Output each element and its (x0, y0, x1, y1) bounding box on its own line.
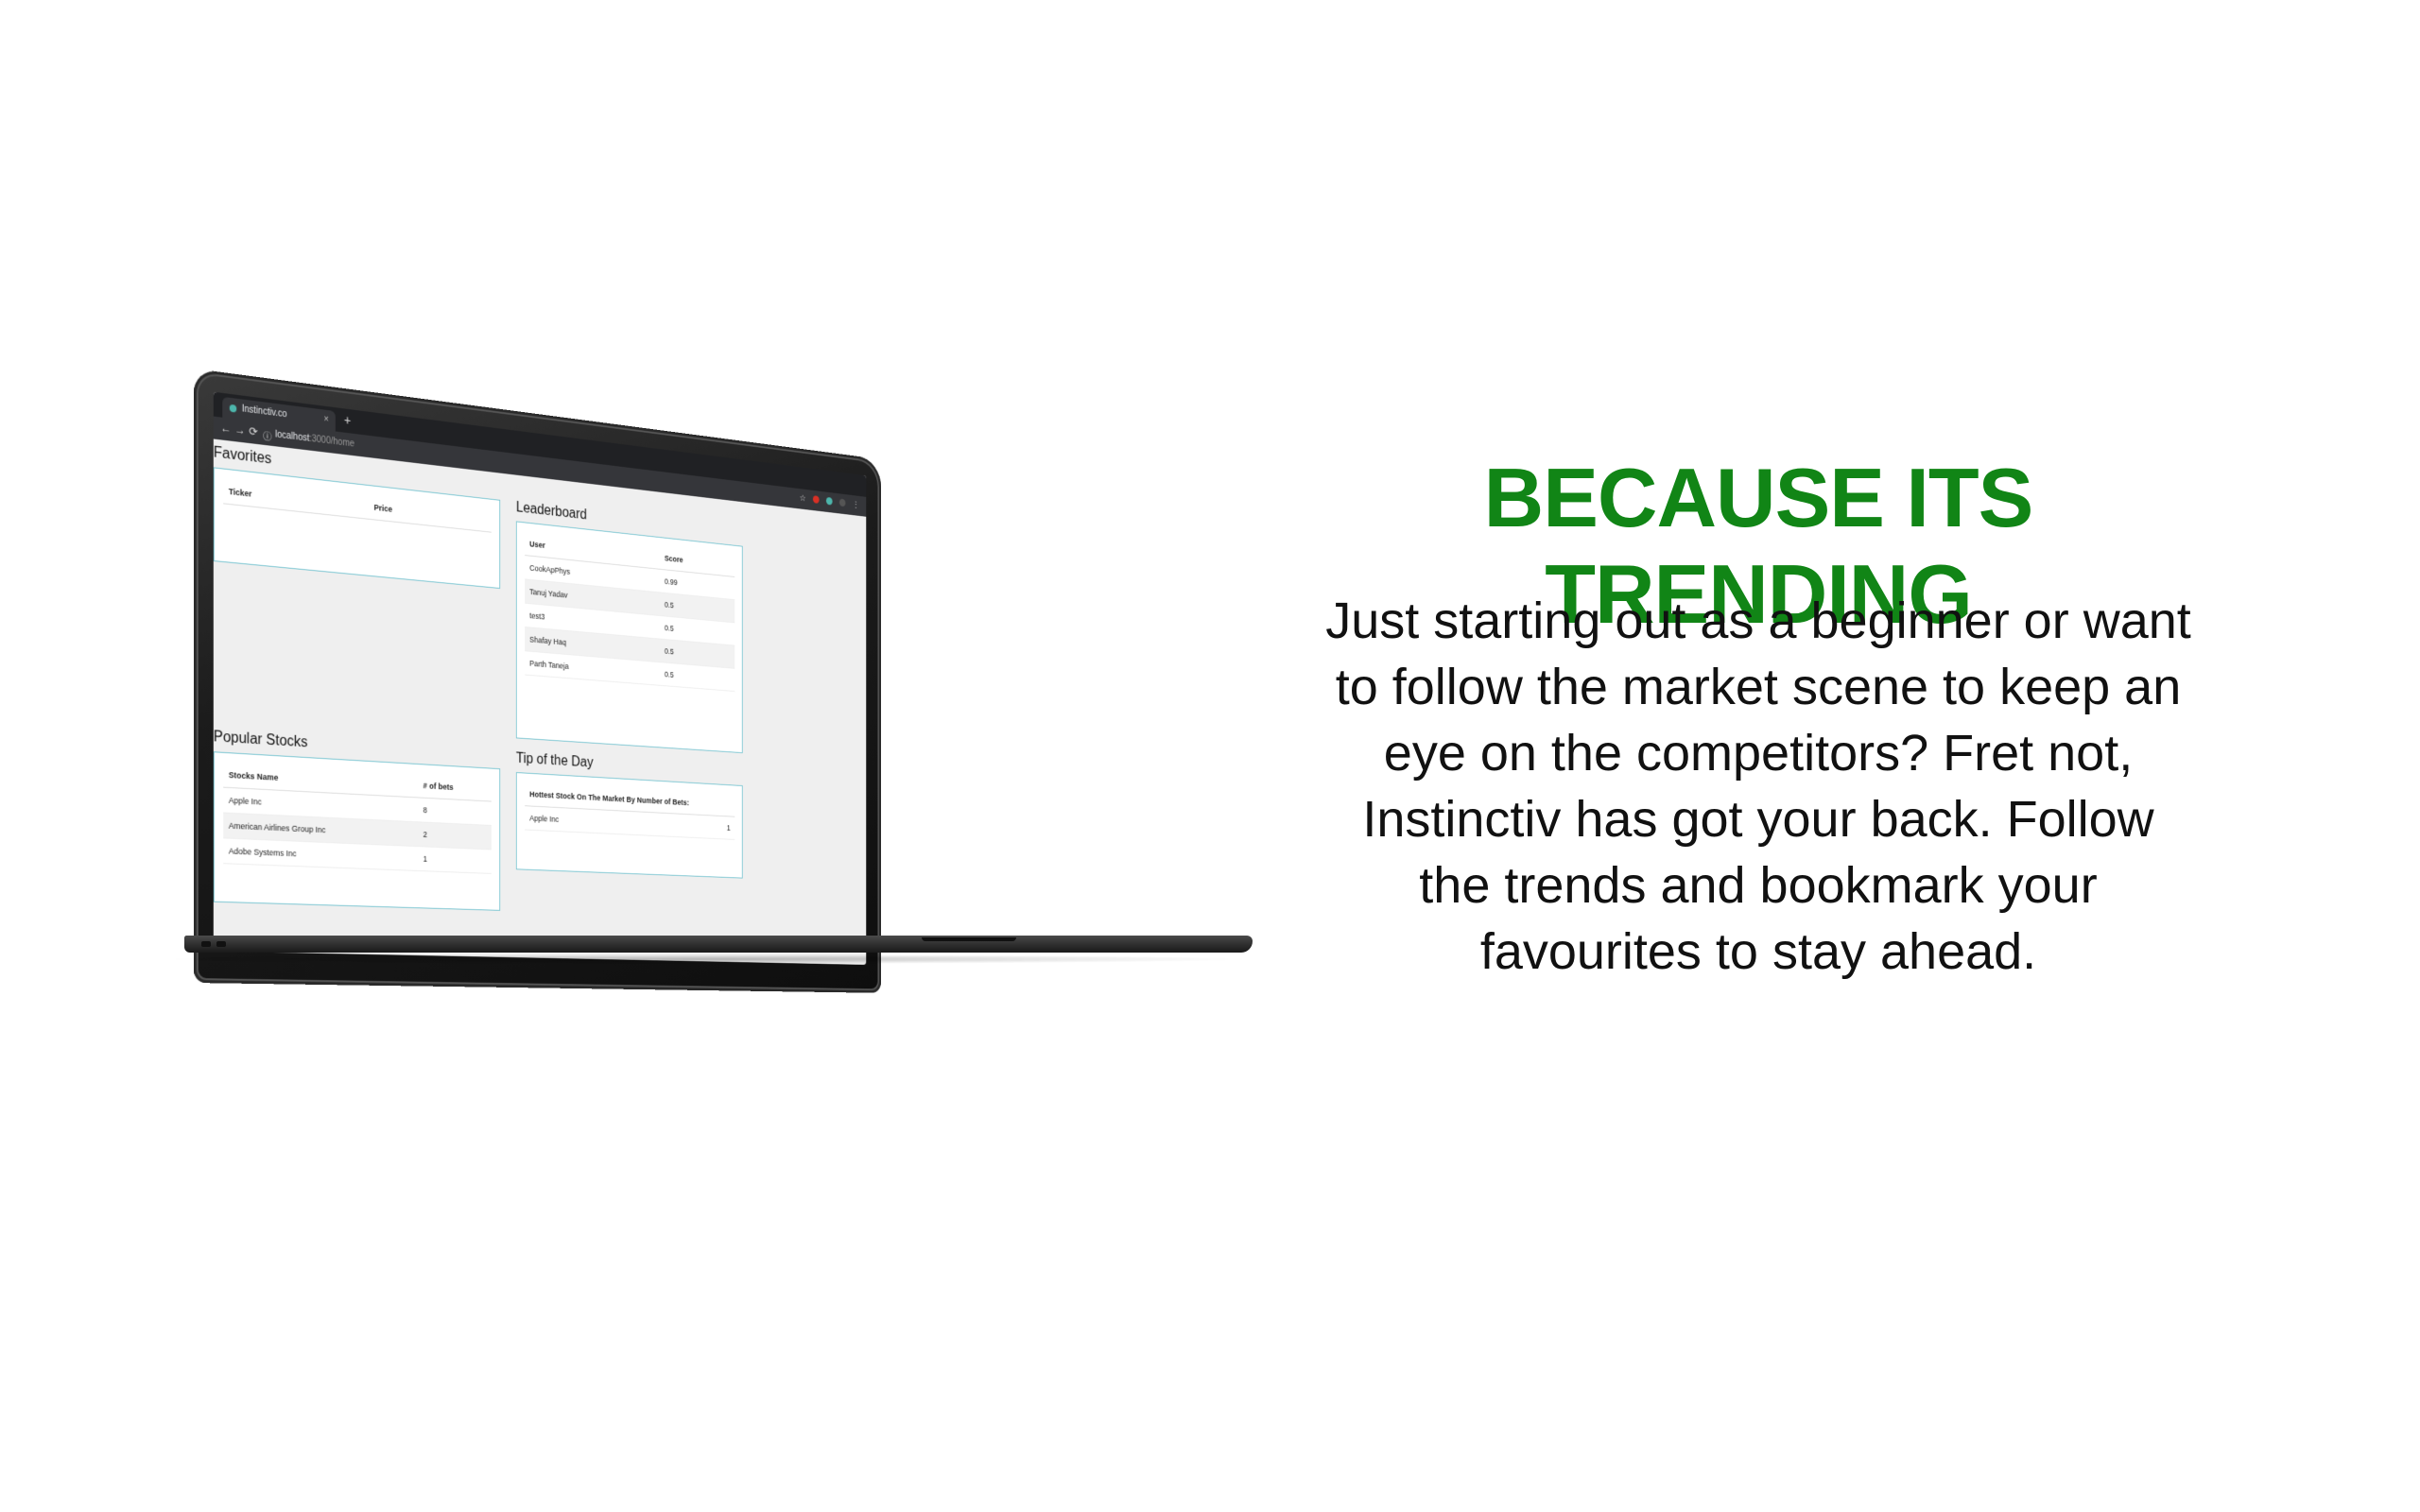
laptop-mockup: Instinctiv.co × + ← → ⟳ ⓘ localhost:3000… (165, 369, 1262, 1011)
column-header-price: Price (369, 495, 492, 532)
new-tab-icon[interactable]: + (344, 412, 351, 427)
column-header-ticker: Ticker (223, 478, 369, 519)
tip-table: Hottest Stock On The Market By Number of… (525, 782, 735, 840)
stock-bets: 2 (418, 822, 492, 850)
laptop-shadow (165, 954, 1253, 964)
trackpad-notch (922, 937, 1016, 941)
site-info-icon[interactable]: ⓘ (263, 428, 271, 443)
left-column: Favorites Ticker Price Popular Stocks St… (214, 444, 500, 910)
right-column: Leaderboard User Score CookApPhys 0.99 T… (516, 500, 743, 879)
body-copy: Just starting out as a beginner or want … (1323, 588, 2193, 985)
reload-icon[interactable]: ⟳ (249, 424, 257, 438)
usb-port-icon (201, 941, 211, 947)
extension-red-icon[interactable] (813, 495, 820, 504)
stock-bets: 8 (418, 798, 492, 826)
laptop-screen: Instinctiv.co × + ← → ⟳ ⓘ localhost:3000… (214, 392, 866, 965)
url-path: :3000/home (309, 434, 354, 449)
leaderboard-card: User Score CookApPhys 0.99 Tanuj Yadav 0… (516, 521, 743, 753)
close-tab-icon[interactable]: × (323, 410, 328, 431)
popular-stocks-card: Stocks Name # of bets Apple Inc 8 Americ… (214, 751, 500, 911)
browser-menu-icon[interactable]: ⋮ (853, 500, 859, 509)
bookmark-star-icon[interactable]: ☆ (800, 493, 806, 504)
extension-icons: ☆ ⋮ (800, 493, 859, 509)
popular-stocks-table: Stocks Name # of bets Apple Inc 8 Americ… (223, 763, 492, 874)
forward-icon[interactable]: → (234, 422, 245, 437)
favicon-icon (230, 404, 236, 413)
url-host: localhost (275, 430, 309, 444)
extension-teal-icon[interactable] (826, 497, 833, 506)
stock-bets: 1 (418, 847, 492, 874)
leaderboard-table: User Score CookApPhys 0.99 Tanuj Yadav 0… (525, 532, 735, 692)
laptop-lid: Instinctiv.co × + ← → ⟳ ⓘ localhost:3000… (194, 369, 881, 993)
address-bar[interactable]: localhost:3000/home (275, 430, 354, 450)
back-icon[interactable]: ← (220, 421, 231, 435)
laptop-base-top (184, 936, 1253, 953)
tip-stock-value: 1 (683, 814, 735, 839)
laptop-base (165, 936, 1262, 964)
page: Instinctiv.co × + ← → ⟳ ⓘ localhost:3000… (0, 0, 2420, 1512)
profile-icon[interactable] (839, 499, 846, 507)
usb-port-icon (216, 941, 226, 947)
tab-title: Instinctiv.co (242, 404, 287, 420)
tip-of-the-day-card: Hottest Stock On The Market By Number of… (516, 772, 743, 879)
app-content: Favorites Ticker Price Popular Stocks St… (214, 438, 866, 964)
